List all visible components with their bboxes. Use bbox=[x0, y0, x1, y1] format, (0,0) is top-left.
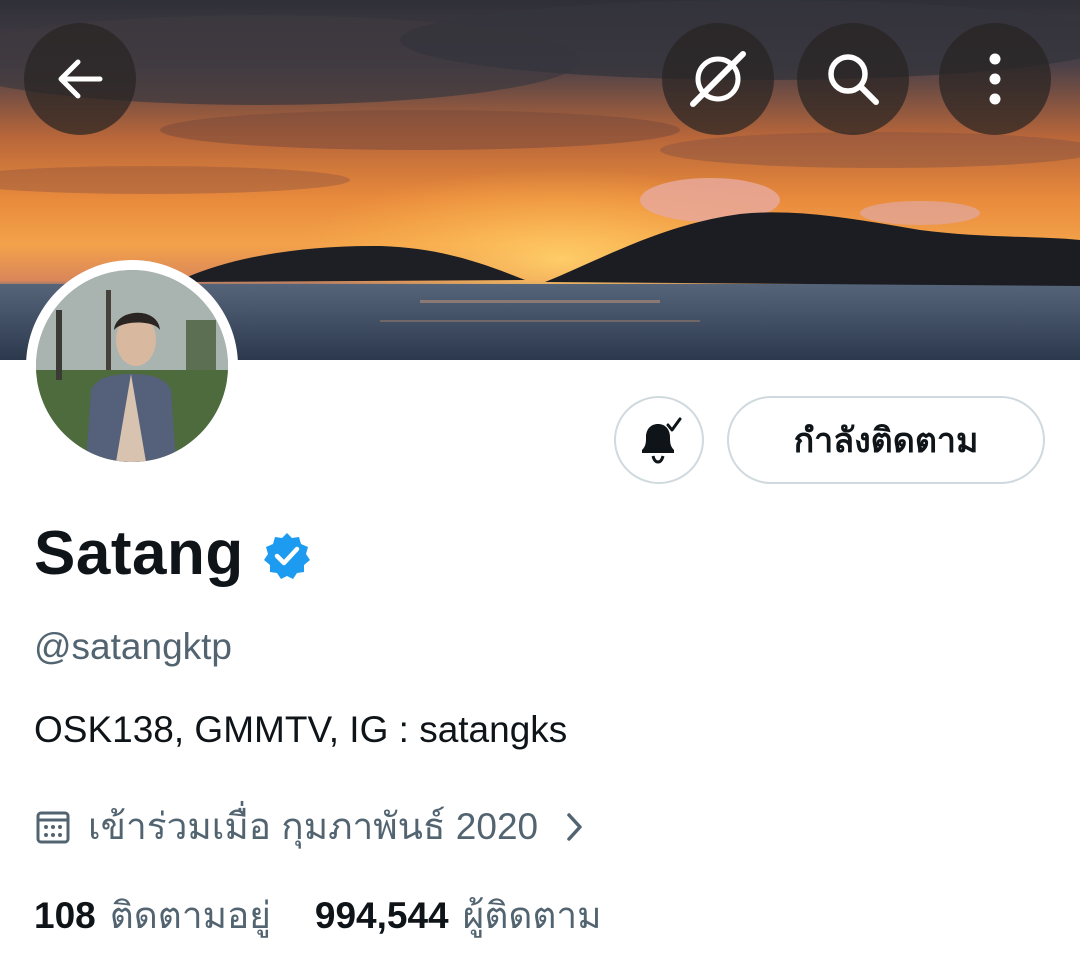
calendar-icon bbox=[36, 811, 70, 843]
bell-check-icon bbox=[642, 417, 682, 464]
grok-button[interactable] bbox=[662, 23, 774, 135]
notifications-button[interactable] bbox=[614, 396, 704, 484]
avatar-photo bbox=[36, 270, 228, 462]
back-arrow-icon bbox=[58, 59, 103, 99]
more-vertical-icon bbox=[989, 53, 1001, 105]
following-button-label: กำลังติดตาม bbox=[793, 422, 979, 460]
following-label: ติดตามอยู่ bbox=[109, 895, 271, 936]
verified-badge-icon[interactable] bbox=[262, 531, 312, 581]
profile-name-row: Satang bbox=[34, 518, 312, 589]
follow-stats: 108 ติดตามอยู่ 994,544 ผู้ติดตาม bbox=[34, 886, 602, 945]
grok-icon bbox=[690, 51, 746, 107]
profile-bio: OSK138, GMMTV, IG : satangks bbox=[34, 709, 568, 750]
joined-date-text: เข้าร่วมเมื่อ กุมภาพันธ์ 2020 bbox=[88, 806, 539, 847]
display-name: Satang bbox=[34, 519, 244, 588]
joined-date-row[interactable]: เข้าร่วมเมื่อ กุมภาพันธ์ 2020 bbox=[34, 797, 586, 856]
following-button[interactable]: กำลังติดตาม bbox=[727, 396, 1045, 484]
chevron-right-icon bbox=[567, 812, 582, 841]
following-stat[interactable]: 108 ติดตามอยู่ bbox=[34, 886, 271, 945]
avatar[interactable] bbox=[26, 260, 238, 472]
following-count: 108 bbox=[34, 895, 96, 936]
search-button[interactable] bbox=[797, 23, 909, 135]
back-button[interactable] bbox=[24, 23, 136, 135]
followers-count: 994,544 bbox=[314, 895, 449, 936]
more-button[interactable] bbox=[939, 23, 1051, 135]
search-icon bbox=[828, 54, 879, 105]
followers-label: ผู้ติดตาม bbox=[462, 895, 602, 936]
user-handle: @satangktp bbox=[34, 626, 233, 667]
followers-stat[interactable]: 994,544 ผู้ติดตาม bbox=[315, 886, 602, 945]
